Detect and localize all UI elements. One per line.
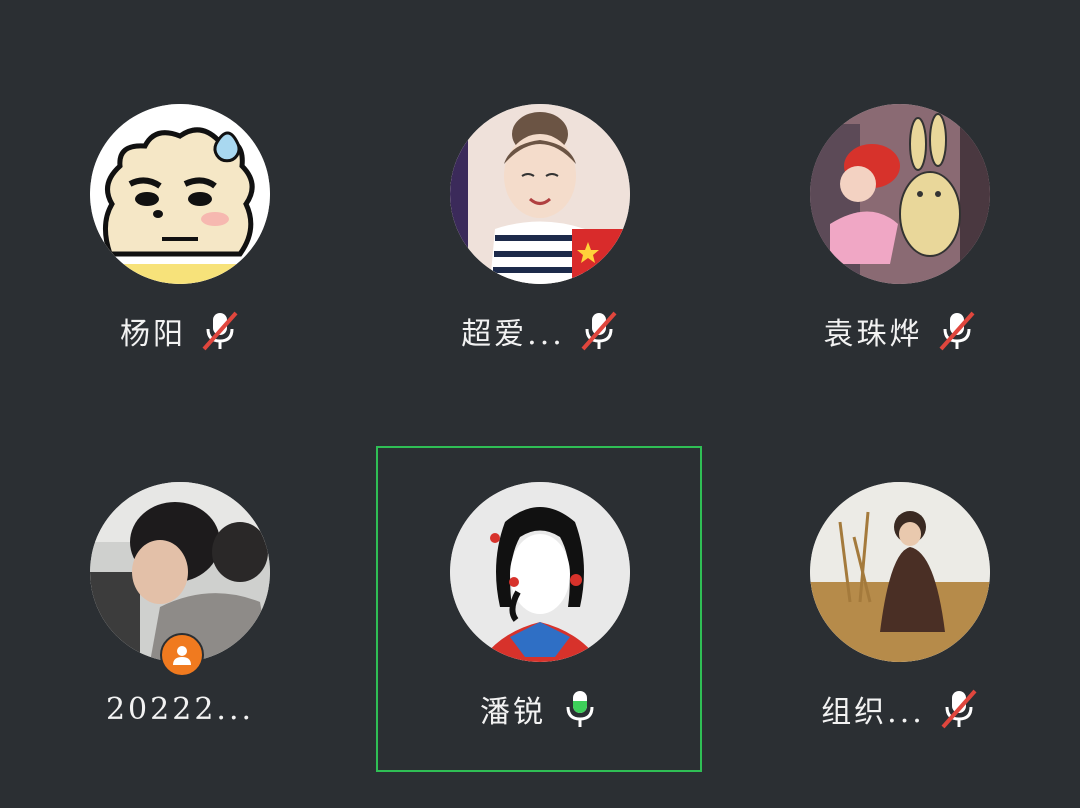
participant-tile[interactable]: 超爱... xyxy=(360,76,720,446)
mic-muted-icon[interactable] xyxy=(579,309,619,353)
name-row: 20222... xyxy=(106,686,254,732)
avatar xyxy=(450,104,630,284)
girl-illustration-avatar xyxy=(450,104,630,284)
participant-name: 超爱... xyxy=(461,317,565,352)
name-row: 潘锐 xyxy=(480,686,600,732)
participant-name: 20222... xyxy=(105,691,255,727)
participant-grid: 杨阳 超爱... 袁珠烨 20222... 潘锐 组织... xyxy=(0,0,1080,808)
participant-tile[interactable]: 20222... xyxy=(0,446,360,806)
ink-girl-avatar xyxy=(450,482,630,662)
cartoon-sheep-avatar xyxy=(90,104,270,284)
mic-active-icon[interactable] xyxy=(560,687,600,731)
name-row: 杨阳 xyxy=(120,308,240,354)
name-row: 袁珠烨 xyxy=(824,308,977,354)
avatar xyxy=(810,104,990,284)
boy-field-avatar xyxy=(810,482,990,662)
participant-name: 袁珠烨 xyxy=(823,317,923,352)
participant-name: 组织... xyxy=(821,695,925,730)
name-row: 超爱... xyxy=(461,308,619,354)
person-badge-icon xyxy=(160,633,204,677)
participant-tile[interactable]: 袁珠烨 xyxy=(720,76,1080,446)
participant-name: 杨阳 xyxy=(120,317,186,352)
avatar xyxy=(810,482,990,662)
participant-tile-speaking[interactable]: 潘锐 xyxy=(360,446,720,806)
mic-muted-icon[interactable] xyxy=(937,309,977,353)
crayon-shinchan-avatar xyxy=(810,104,990,284)
avatar xyxy=(450,482,630,662)
mic-muted-icon[interactable] xyxy=(939,687,979,731)
mic-muted-icon[interactable] xyxy=(200,309,240,353)
participant-tile[interactable]: 组织... xyxy=(720,446,1080,806)
participant-name: 潘锐 xyxy=(480,695,546,730)
participant-tile[interactable]: 杨阳 xyxy=(0,76,360,446)
avatar xyxy=(90,104,270,284)
name-row: 组织... xyxy=(821,686,979,732)
